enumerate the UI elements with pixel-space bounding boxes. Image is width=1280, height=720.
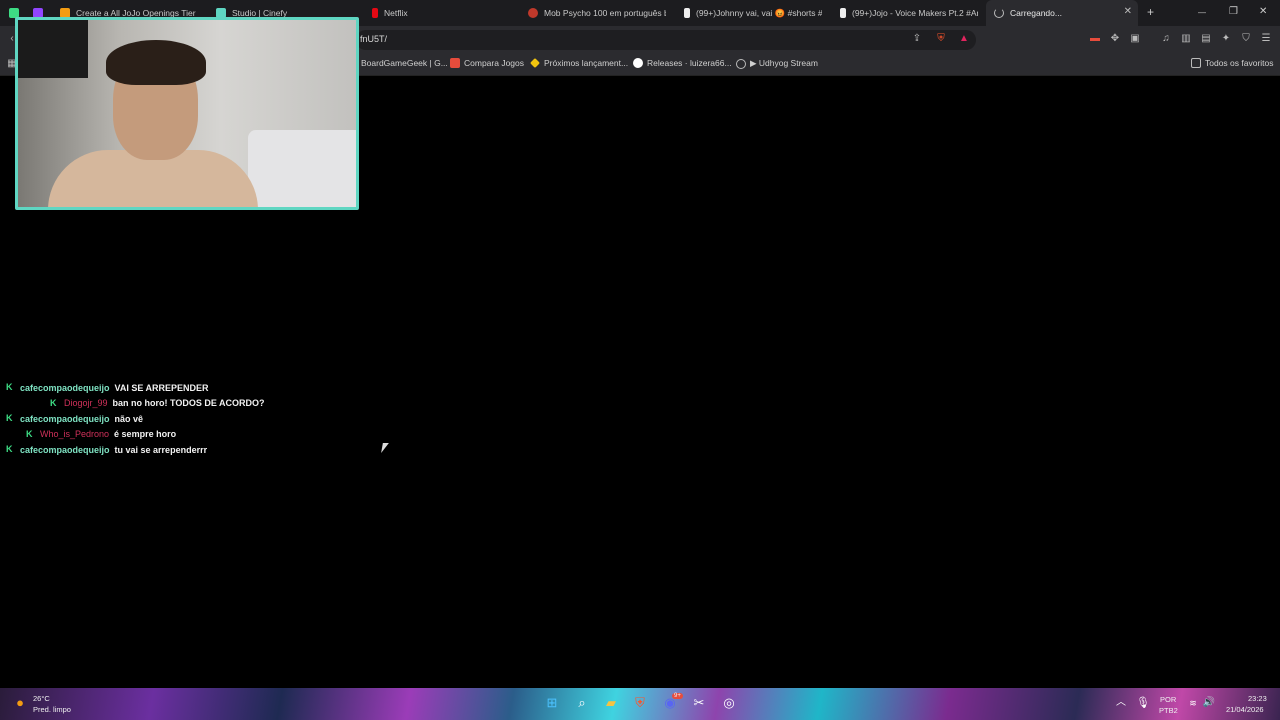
microphone-icon[interactable]: 🎙 bbox=[1135, 695, 1151, 711]
weather-description[interactable]: Pred. limpo bbox=[33, 705, 71, 714]
address-url[interactable]: fnU5T/ bbox=[360, 34, 387, 44]
kick-badge-icon: K bbox=[26, 428, 33, 439]
chat-username[interactable]: Who_is_Pedrono bbox=[40, 429, 109, 439]
bookmark-label: BoardGameGeek | G... bbox=[361, 58, 448, 68]
weather-temperature[interactable]: 26°C bbox=[33, 694, 50, 703]
extensions-icon[interactable]: ✥ bbox=[1109, 33, 1121, 45]
netflix-icon bbox=[372, 8, 378, 18]
tab-tiktok-johnny[interactable]: (99+)Johnny vai, vai 😡 #shorts #sl bbox=[680, 0, 822, 26]
bookmark-compara-jogos[interactable]: Compara Jogos bbox=[450, 58, 524, 68]
capcut-icon[interactable]: ✂ bbox=[691, 695, 707, 711]
chat-username[interactable]: Diogojr_99 bbox=[64, 398, 108, 408]
search-icon[interactable]: ⌕ bbox=[574, 695, 590, 711]
tab-mob-psycho[interactable]: Mob Psycho 100 em português bra bbox=[524, 0, 666, 26]
webcam-overlay bbox=[15, 17, 359, 210]
obs-icon[interactable]: ◎ bbox=[721, 695, 737, 711]
webcam-tv bbox=[18, 20, 88, 78]
github-icon bbox=[633, 58, 643, 68]
tab-netflix[interactable]: Netflix bbox=[368, 0, 510, 26]
bookmark-proximos-lancamentos[interactable]: Próximos lançament... bbox=[530, 58, 628, 68]
screenshot-icon[interactable]: ▣ bbox=[1129, 33, 1141, 45]
volume-icon[interactable]: 🔊 bbox=[1201, 695, 1217, 711]
chat-text: ban no horo! TODOS DE ACORDO? bbox=[112, 398, 265, 409]
bookmark-label: ▶ Udhyog Stream bbox=[750, 58, 818, 68]
maximize-button[interactable]: ❐ bbox=[1229, 6, 1238, 17]
keyboard-layout-indicator[interactable]: PTB2 bbox=[1159, 706, 1178, 715]
chat-username[interactable]: cafecompaodequeijo bbox=[20, 383, 110, 393]
kick-badge-icon: K bbox=[50, 397, 57, 408]
chat-username[interactable]: cafecompaodequeijo bbox=[20, 414, 110, 424]
windows-start-icon[interactable]: ⊞ bbox=[544, 695, 560, 711]
chat-text: não vê bbox=[114, 413, 144, 424]
tab-loading[interactable]: Carregando... ✕ bbox=[986, 0, 1138, 26]
clock-time[interactable]: 23:23 bbox=[1248, 694, 1267, 703]
webcam-person-hair bbox=[106, 40, 206, 85]
globe-icon bbox=[736, 58, 746, 69]
tab-title: Carregando... bbox=[1010, 8, 1062, 18]
folder-icon bbox=[1191, 58, 1201, 68]
show-hidden-icons-chevron-icon[interactable]: ︿ bbox=[1113, 695, 1129, 711]
chat-message: K cafecompaodequeijo VAI SE ARREPENDER bbox=[0, 380, 400, 396]
kick-badge-icon: K bbox=[6, 382, 13, 393]
tab-title: Netflix bbox=[384, 8, 408, 18]
brave-rewards-icon[interactable]: ▲ bbox=[958, 33, 970, 45]
tab-close-icon[interactable]: ✕ bbox=[1124, 6, 1132, 17]
brave-shields-icon[interactable]: ⛨ bbox=[935, 33, 947, 45]
chat-overlay: K cafecompaodequeijo VAI SE ARREPENDER K… bbox=[0, 380, 400, 458]
tab-tiktok-jojo[interactable]: (99+)Jojo - Voice Makers Pt.2 #An bbox=[836, 0, 978, 26]
webcam-bed bbox=[248, 130, 356, 207]
music-icon[interactable]: ♫ bbox=[1160, 33, 1172, 45]
chat-message: K Diogojr_99 ban no horo! TODOS DE ACORD… bbox=[0, 396, 400, 412]
diamond-icon bbox=[530, 58, 540, 68]
menu-icon[interactable]: ☰ bbox=[1260, 33, 1272, 45]
compara-jogos-icon bbox=[450, 58, 460, 68]
chat-username[interactable]: cafecompaodequeijo bbox=[20, 445, 110, 455]
bookmark-all-favorites[interactable]: Todos os favoritos bbox=[1191, 58, 1274, 68]
address-bar[interactable] bbox=[356, 30, 976, 50]
extension-red-icon[interactable]: ▬ bbox=[1089, 33, 1101, 45]
chat-text: VAI SE ARREPENDER bbox=[114, 382, 209, 393]
file-explorer-icon[interactable]: ▰ bbox=[603, 695, 619, 711]
clock-date[interactable]: 21/04/2026 bbox=[1226, 705, 1264, 714]
bookmark-label: Todos os favoritos bbox=[1205, 58, 1274, 68]
bookmark-label: Releases · luizera66... bbox=[647, 58, 732, 68]
bookmark-releases-github[interactable]: Releases · luizera66... bbox=[633, 58, 732, 68]
tiktok-icon bbox=[840, 8, 846, 18]
bookmark-label: Próximos lançament... bbox=[544, 58, 629, 68]
bookmark-label: Compara Jogos bbox=[464, 58, 525, 68]
mob-psycho-icon bbox=[528, 8, 538, 18]
vpn-icon[interactable]: ⛉ bbox=[1240, 33, 1252, 45]
chat-text: é sempre horo bbox=[114, 429, 177, 440]
loading-spinner-icon bbox=[994, 8, 1004, 18]
bookmark-boardgamegeek[interactable]: BoardGameGeek | G... bbox=[361, 58, 448, 68]
chat-message: K cafecompaodequeijo tu vai se arrepende… bbox=[0, 442, 400, 458]
chat-message: K Who_is_Pedrono é sempre horo bbox=[0, 427, 400, 443]
tab-title: Mob Psycho 100 em português bra bbox=[544, 8, 666, 18]
discord-notification-badge: 9+ bbox=[672, 693, 683, 699]
brave-browser-icon[interactable]: ⛨ bbox=[632, 695, 648, 711]
kick-badge-icon: K bbox=[6, 413, 13, 424]
chat-text: tu vai se arrependerrr bbox=[114, 444, 208, 455]
sidebar-icon[interactable]: ▥ bbox=[1180, 33, 1192, 45]
kick-badge-icon: K bbox=[6, 444, 13, 455]
chat-message: K cafecompaodequeijo não vê bbox=[0, 411, 400, 427]
minimize-button[interactable]: — bbox=[1198, 8, 1206, 17]
leo-ai-icon[interactable]: ✦ bbox=[1220, 33, 1232, 45]
wallet-icon[interactable]: ▤ bbox=[1200, 33, 1212, 45]
language-indicator[interactable]: POR bbox=[1160, 695, 1176, 704]
wifi-icon[interactable]: ≋ bbox=[1185, 695, 1201, 711]
tab-title: (99+)Jojo - Voice Makers Pt.2 #An bbox=[852, 8, 978, 18]
tiktok-icon bbox=[684, 8, 690, 18]
close-window-button[interactable]: ✕ bbox=[1259, 6, 1267, 17]
share-icon[interactable]: ⇪ bbox=[911, 33, 923, 45]
bookmark-udhyog-stream[interactable]: ▶ Udhyog Stream bbox=[736, 58, 818, 69]
new-tab-button[interactable]: + bbox=[1147, 5, 1154, 19]
tab-title: (99+)Johnny vai, vai 😡 #shorts #sl bbox=[696, 7, 822, 18]
weather-icon[interactable]: ● bbox=[12, 695, 28, 711]
